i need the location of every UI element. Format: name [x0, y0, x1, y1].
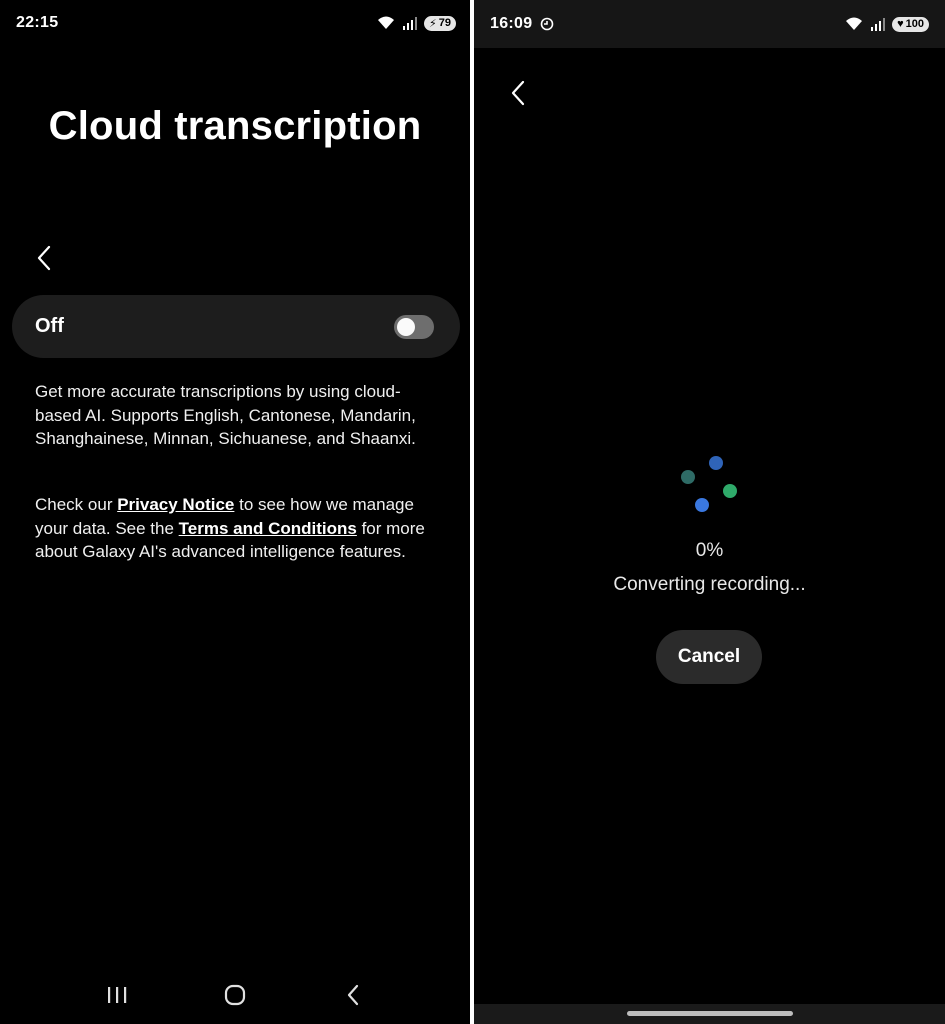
wifi-icon [376, 15, 396, 31]
toggle-label: Off [35, 315, 64, 337]
toggle-switch[interactable] [394, 314, 434, 339]
privacy-notice-link[interactable]: Privacy Notice [117, 495, 234, 514]
page-title: Cloud transcription [48, 104, 422, 148]
home-button[interactable] [211, 971, 259, 1019]
gesture-bar [474, 1004, 945, 1024]
spinner-dot [709, 456, 723, 470]
cloud-transcription-toggle-row[interactable]: Off [12, 295, 460, 358]
charging-icon: ⚡ [429, 17, 437, 30]
navigation-bar [0, 966, 470, 1024]
battery-heart-icon: ♥ [897, 18, 904, 30]
back-button[interactable] [26, 240, 62, 276]
terms-and-conditions-link[interactable]: Terms and Conditions [179, 519, 357, 538]
back-button[interactable] [500, 75, 536, 111]
spinner-dot [681, 470, 695, 484]
chevron-left-icon [37, 245, 51, 271]
toggle-knob [397, 317, 415, 336]
status-bar: 22:15 ⚡ 79 [0, 0, 470, 46]
conversion-status: Converting recording... [613, 574, 806, 595]
loading-spinner [674, 452, 744, 522]
home-indicator[interactable] [627, 1011, 793, 1016]
sync-icon [540, 17, 554, 31]
spinner-dot [723, 484, 737, 498]
back-icon [347, 984, 359, 1006]
spinner-dot [695, 498, 709, 512]
chevron-left-icon [511, 80, 525, 106]
wifi-icon [844, 16, 864, 32]
left-screen: 22:15 ⚡ 79 Cloud transcription Off Get m… [0, 0, 470, 1024]
right-screen: 16:09 ♥ 100 0% Converting recording... C… [474, 0, 945, 1024]
battery-indicator: ⚡ 79 [424, 15, 456, 31]
progress-percentage: 0% [695, 540, 724, 561]
feature-description: Get more accurate transcriptions by usin… [35, 382, 416, 448]
recents-button[interactable] [93, 971, 141, 1019]
nav-back-button[interactable] [329, 971, 377, 1019]
signal-icon [402, 16, 418, 30]
cancel-button[interactable]: Cancel [656, 630, 762, 684]
status-bar: 16:09 ♥ 100 [474, 0, 945, 48]
privacy-terms-notice: Check our Privacy Notice to see how we m… [35, 495, 425, 561]
battery-indicator: ♥ 100 [892, 16, 929, 32]
recents-icon [108, 987, 127, 1003]
home-icon [224, 984, 246, 1006]
status-time: 16:09 [490, 15, 533, 32]
signal-icon [870, 17, 886, 31]
status-time: 22:15 [16, 14, 59, 31]
